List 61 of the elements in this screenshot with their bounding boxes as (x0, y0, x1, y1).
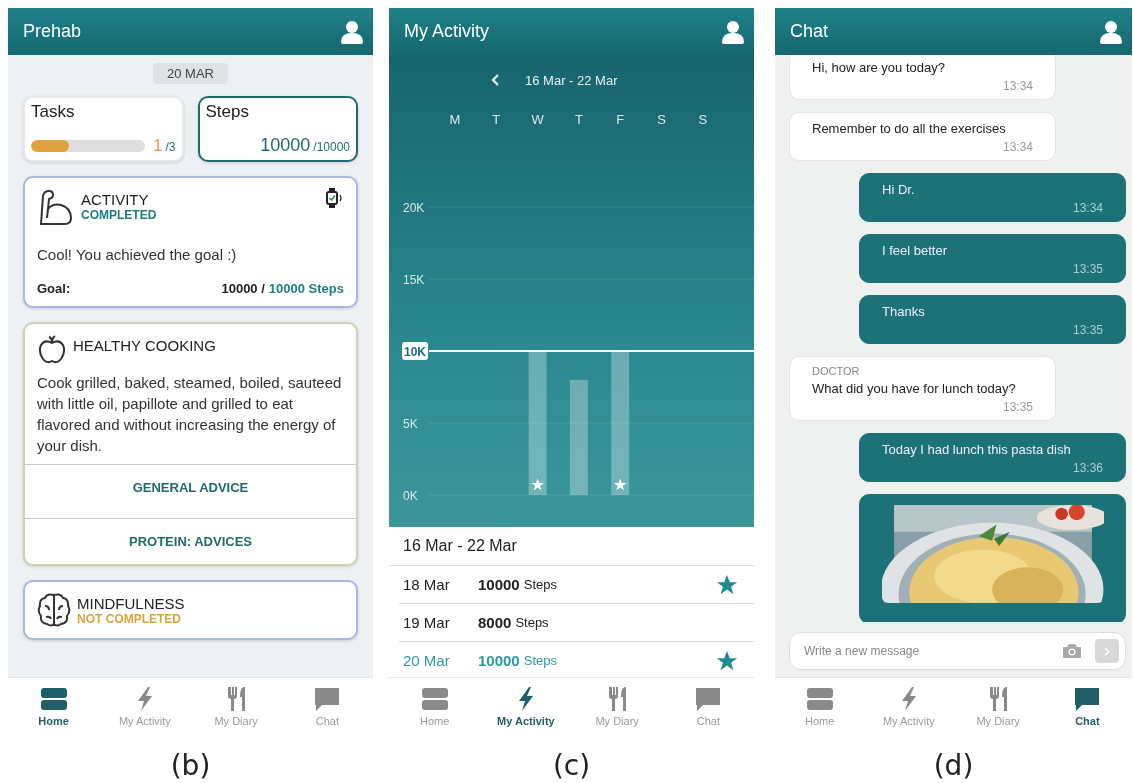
message-text: Today I had lunch this pasta dish (882, 442, 1072, 457)
week-title: 16 Mar - 22 Mar (389, 527, 754, 566)
status-label: COMPLETED (81, 208, 158, 222)
axis-label: 0K (403, 489, 418, 503)
message-text: Thanks (882, 304, 926, 319)
task-count: 1 (153, 136, 163, 156)
goal-label: Goal: (37, 281, 71, 296)
day-label: T (492, 112, 501, 127)
task-total: /3 (165, 140, 176, 154)
day-label: M (449, 112, 461, 127)
step-total: /10000 (313, 140, 350, 154)
message-time: 13:34 (1072, 201, 1103, 215)
day-label: T (574, 112, 583, 127)
figure-caption: (c) (552, 749, 591, 782)
step-count: 10000 (478, 576, 520, 593)
step-count: 8000 (478, 614, 512, 631)
card-title: HEALTHY COOKING (73, 337, 217, 354)
step-count: 10000 (260, 135, 311, 156)
day-date: 18 Mar (403, 576, 451, 593)
message-time: 13:35 (1072, 262, 1103, 276)
screen-title: Prehab (23, 21, 82, 42)
message-text: Hi, how are you today? (812, 60, 946, 75)
card-title: MINDFULNESS (77, 595, 186, 612)
card-text: Cool! You achieved the goal :) (37, 245, 238, 265)
step-count: 10000 (478, 652, 520, 669)
axis-label: 5K (403, 417, 418, 431)
axis-label: 20K (403, 201, 425, 215)
card-title: Steps (205, 102, 250, 122)
day-date: 19 Mar (403, 614, 451, 631)
axis-label: 15K (403, 273, 425, 287)
message-time: 13:35 (1072, 323, 1103, 337)
message-text: Hi Dr. (882, 182, 916, 197)
goal-target: 10000 Steps (268, 281, 344, 296)
week-range: 16 Mar - 22 Mar (525, 72, 618, 88)
message-text: Remember to do all the exercises (812, 121, 1007, 136)
day-label: F (616, 112, 625, 127)
figure-caption: (b) (170, 749, 211, 782)
message-text: I feel better (882, 243, 949, 258)
message-time: 13:36 (1072, 461, 1103, 475)
day-label: W (531, 112, 544, 127)
message-text: What did you have for lunch today? (812, 381, 1017, 396)
day-label: S (698, 112, 708, 127)
axis-label: 10K (402, 342, 428, 360)
card-text: Cook grilled, baked, steamed, boiled, sauteed with little oil, papillote and grilled to eat flavored and without increasing the energy of your dish. (36, 373, 343, 456)
step-unit: Steps (523, 653, 557, 668)
screen-title: Chat (790, 21, 829, 42)
status-label: NOT COMPLETED (77, 612, 182, 626)
message-time: 13:34 (1002, 79, 1033, 93)
message-time: 13:35 (1002, 400, 1033, 414)
date-label: 20 MAR (153, 63, 228, 84)
step-unit: Steps (515, 615, 549, 630)
card-title: ACTIVITY (81, 191, 150, 208)
step-unit: Steps (523, 577, 557, 592)
figure-caption: (d) (933, 749, 974, 782)
day-date: 20 Mar (403, 652, 451, 669)
message-time: 13:34 (1002, 140, 1033, 154)
sender-name: DOCTOR (812, 365, 861, 377)
card-title: Tasks (31, 102, 76, 122)
day-label: S (657, 112, 666, 127)
screen-title: My Activity (404, 21, 489, 42)
goal-value: 10000 / (221, 281, 265, 296)
